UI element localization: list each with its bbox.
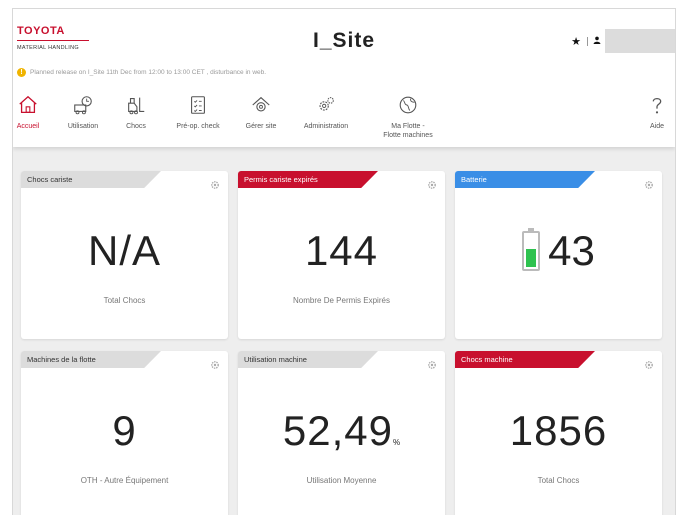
- card-batterie[interactable]: Batterie 43: [455, 171, 662, 339]
- nav-item-accueil[interactable]: Accueil: [13, 93, 43, 131]
- card-caption: Total Chocs: [537, 476, 580, 485]
- card-permis-expires[interactable]: Permis cariste expirés 144 Nombre De Per…: [238, 171, 445, 339]
- card-value: 1856: [509, 407, 608, 454]
- card-caption: Utilisation Moyenne: [306, 476, 377, 485]
- card-chocs-machine[interactable]: Chocs machine 1856 Total Chocs: [455, 351, 662, 515]
- dashboard: Chocs cariste N/A Total Chocs Permis car…: [13, 147, 675, 515]
- nav-item-administration[interactable]: Administration: [299, 93, 353, 131]
- card-value: 52,49%: [238, 407, 445, 455]
- card-tag: Machines de la flotte: [21, 351, 161, 368]
- battery-level: [526, 249, 537, 267]
- card-chocs-cariste[interactable]: Chocs cariste N/A Total Chocs: [21, 171, 228, 339]
- card-caption: OTH - Autre Équipement: [80, 476, 169, 485]
- nav-label: Chocs: [126, 123, 146, 130]
- card-tag: Permis cariste expirés: [238, 171, 378, 188]
- home-icon: [19, 95, 37, 113]
- user-icon[interactable]: [593, 36, 601, 46]
- gear-icon[interactable]: [210, 357, 220, 369]
- user-name-box[interactable]: [605, 29, 675, 53]
- card-tag: Chocs machine: [455, 351, 595, 368]
- star-icon[interactable]: ★: [571, 35, 581, 48]
- card-value: N/A: [87, 227, 161, 274]
- warning-icon: !: [17, 68, 26, 77]
- header: TOYOTA MATERIAL HANDLING I_Site ★ ! Plan…: [13, 9, 675, 147]
- gear-icon[interactable]: [210, 177, 220, 189]
- notice-text: Planned release on I_Site 11th Dec from …: [30, 69, 267, 76]
- nav-label-line2: Flotte machines: [383, 132, 433, 139]
- card-tag: Batterie: [455, 171, 595, 188]
- nav-item-chocs[interactable]: Chocs: [121, 93, 151, 131]
- nav-item-pre-op-check[interactable]: Pré-op. check: [171, 93, 225, 131]
- value-unit: %: [392, 438, 401, 447]
- card-value: 43: [548, 227, 595, 274]
- nav-label: Pré-op. check: [176, 123, 220, 130]
- nav-label: Accueil: [16, 123, 40, 130]
- nav-label: Utilisation: [67, 123, 99, 130]
- card-utilisation-machine[interactable]: Utilisation machine 52,49% Utilisation M…: [238, 351, 445, 515]
- release-notice: ! Planned release on I_Site 11th Dec fro…: [17, 68, 266, 77]
- card-value: 144: [304, 227, 379, 274]
- nav-item-utilisation[interactable]: Utilisation: [63, 93, 103, 131]
- divider: [587, 36, 588, 46]
- card-caption: Total Chocs: [103, 296, 146, 305]
- card-value: 9: [112, 407, 137, 454]
- nav-label-line1: Ma Flotte -: [391, 123, 425, 130]
- card-tag: Utilisation machine: [238, 351, 378, 368]
- gear-icon[interactable]: [644, 177, 654, 189]
- forklift-icon: [128, 97, 145, 115]
- gear-icon[interactable]: [644, 357, 654, 369]
- nav-label: Aide: [649, 123, 664, 130]
- nav-item-gerer-site[interactable]: Gérer site: [241, 93, 281, 131]
- gear-icon[interactable]: [427, 177, 437, 189]
- help-icon: [652, 97, 662, 114]
- admin-gear-icon: [319, 97, 334, 111]
- nav-label: Administration: [303, 123, 349, 130]
- nav-item-aide[interactable]: Aide: [645, 93, 669, 131]
- card-machines-flotte[interactable]: Machines de la flotte 9 OTH - Autre Équi…: [21, 351, 228, 515]
- utilisation-icon: [74, 96, 92, 115]
- site-icon: [252, 96, 270, 112]
- card-tag: Chocs cariste: [21, 171, 161, 188]
- globe-icon: [399, 96, 417, 114]
- battery-display: 43: [455, 227, 662, 275]
- nav-label: Ma Flotte - Flotte machines: [373, 122, 443, 140]
- card-caption: Nombre De Permis Expirés: [293, 296, 390, 305]
- app-frame: TOYOTA MATERIAL HANDLING I_Site ★ ! Plan…: [12, 8, 676, 515]
- gear-icon[interactable]: [427, 357, 437, 369]
- checklist-icon: [191, 96, 205, 114]
- value-number: 52,49: [282, 407, 393, 454]
- header-actions: ★: [571, 29, 675, 53]
- main-nav: Accueil Utilisation Chocs Pré-op. check …: [13, 93, 675, 143]
- nav-item-ma-flotte[interactable]: Ma Flotte - Flotte machines: [373, 93, 443, 140]
- nav-label: Gérer site: [245, 123, 277, 130]
- battery-icon: [522, 228, 541, 271]
